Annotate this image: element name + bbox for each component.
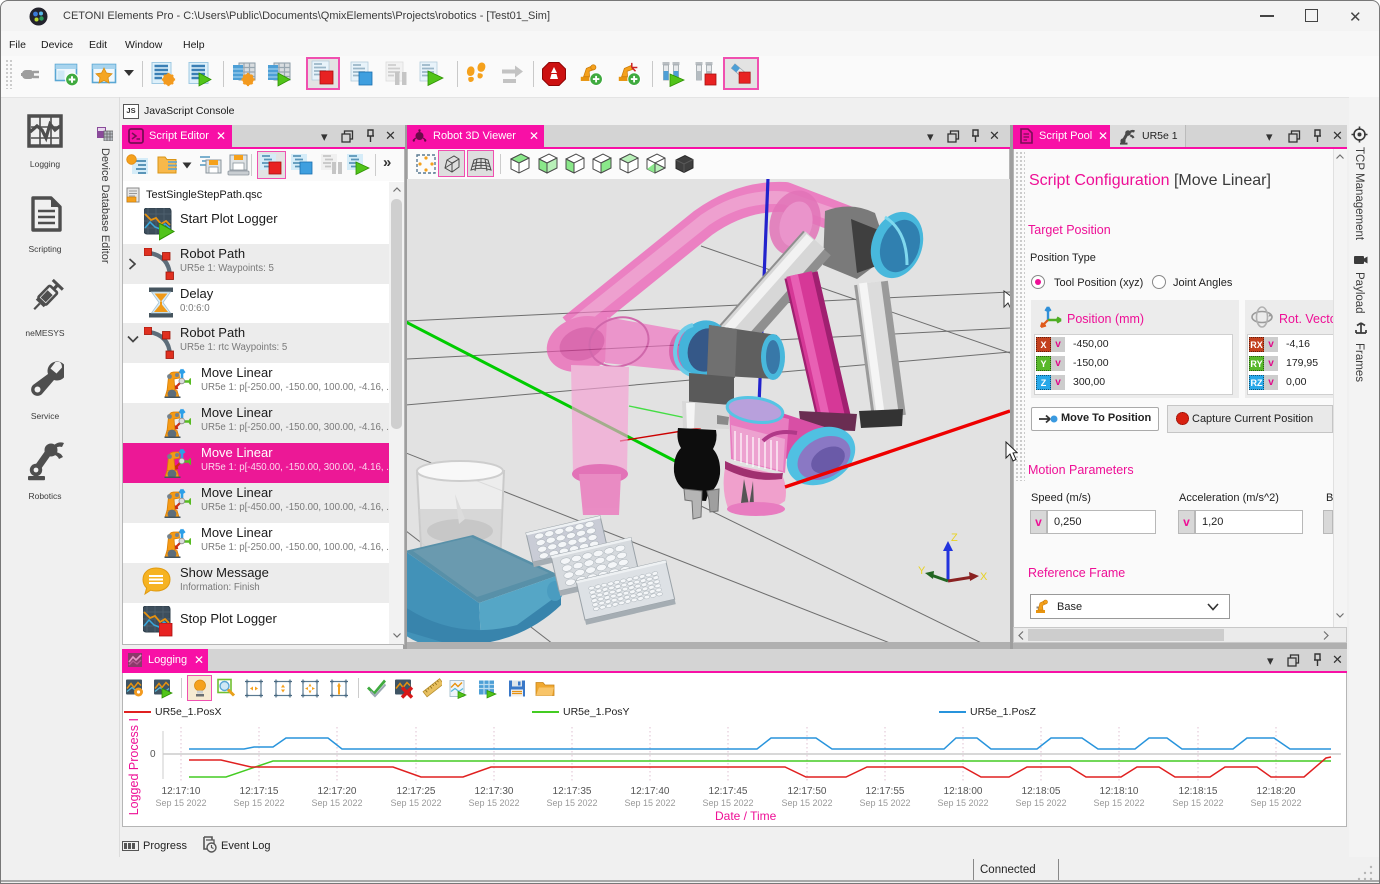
- svg-text:Y: Y: [918, 565, 926, 577]
- svg-text:Z: Z: [951, 532, 958, 544]
- svg-text:X: X: [980, 571, 988, 583]
